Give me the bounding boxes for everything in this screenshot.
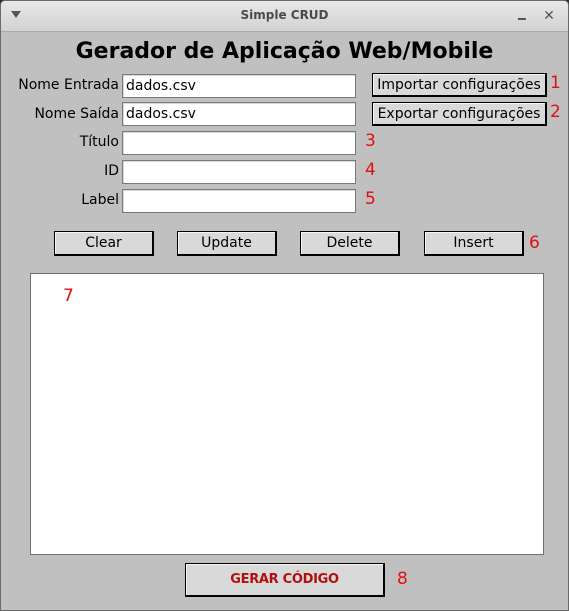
nome-entrada-label: Nome Entrada bbox=[18, 77, 119, 93]
nome-entrada-input[interactable] bbox=[122, 74, 356, 98]
annotation-1: 1 bbox=[550, 73, 561, 93]
annotation-6: 6 bbox=[529, 233, 540, 253]
annotation-8: 8 bbox=[397, 569, 408, 589]
gerar-codigo-button[interactable]: GERAR CÓDIGO bbox=[185, 563, 385, 597]
id-label: ID bbox=[104, 163, 119, 179]
exportar-configuracoes-button[interactable]: Exportar configurações bbox=[372, 102, 547, 126]
label-input[interactable] bbox=[122, 189, 356, 213]
titulo-input[interactable] bbox=[122, 131, 356, 155]
nome-saida-input[interactable] bbox=[122, 102, 356, 126]
page-title: Gerador de Aplicação Web/Mobile bbox=[75, 39, 494, 64]
label-label: Label bbox=[81, 192, 119, 208]
importar-configuracoes-button[interactable]: Importar configurações bbox=[372, 73, 547, 97]
update-button[interactable]: Update bbox=[177, 231, 277, 256]
annotation-4: 4 bbox=[365, 160, 376, 180]
records-listbox[interactable] bbox=[30, 273, 544, 555]
close-icon[interactable]: ✕ bbox=[542, 8, 556, 24]
clear-button[interactable]: Clear bbox=[54, 231, 154, 256]
minimize-icon[interactable] bbox=[518, 18, 526, 20]
annotation-7: 7 bbox=[63, 286, 74, 306]
insert-button[interactable]: Insert bbox=[424, 231, 524, 256]
nome-saida-label: Nome Saída bbox=[34, 106, 119, 122]
annotation-3: 3 bbox=[365, 131, 376, 151]
delete-button[interactable]: Delete bbox=[300, 231, 400, 256]
app-window: Simple CRUD ✕ Gerador de Aplicação Web/M… bbox=[0, 0, 569, 611]
title-bar[interactable]: Simple CRUD ✕ bbox=[1, 1, 568, 32]
window-title: Simple CRUD bbox=[240, 8, 329, 22]
titulo-label: Título bbox=[79, 134, 119, 150]
annotation-2: 2 bbox=[550, 102, 561, 122]
id-input[interactable] bbox=[122, 160, 356, 184]
annotation-5: 5 bbox=[365, 189, 376, 209]
